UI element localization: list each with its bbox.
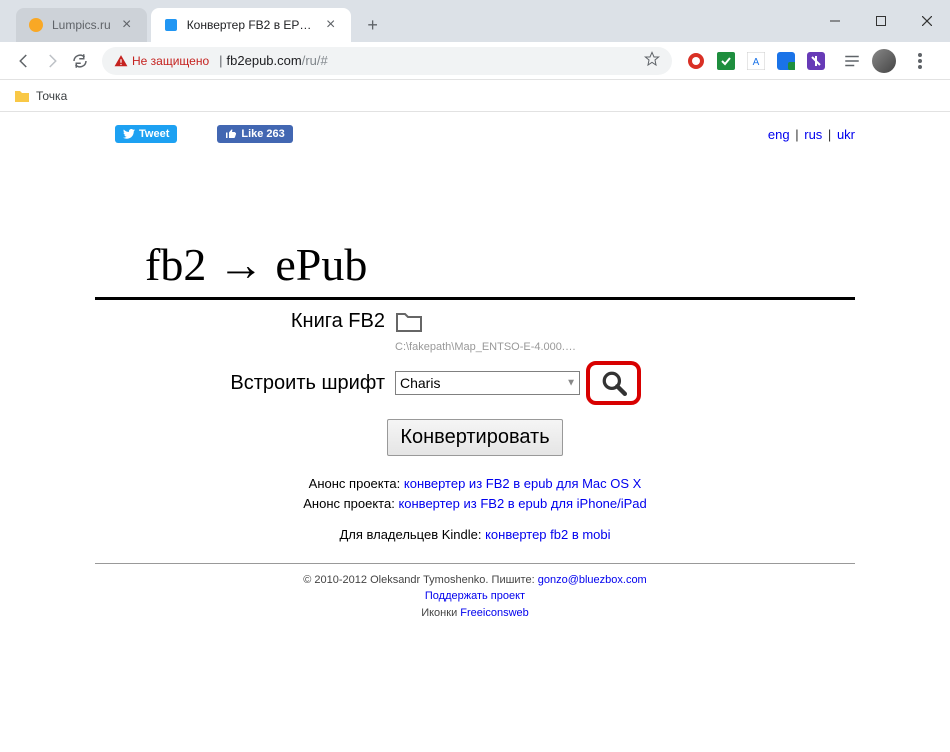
font-row: Встроить шрифт ▼: [95, 361, 855, 405]
extension-icon[interactable]: [716, 51, 736, 71]
warning-icon: [114, 54, 128, 68]
announce-link-kindle[interactable]: конвертер fb2 в mobi: [485, 527, 610, 542]
tab-title: Lumpics.ru: [52, 18, 111, 32]
twitter-icon: [123, 129, 135, 139]
page-title: fb2 → ePub: [145, 238, 855, 291]
profile-avatar[interactable]: [872, 49, 896, 73]
book-row: Книга FB2 C:\fakepath\Map_ENTSO-E-4.000.…: [95, 310, 855, 353]
new-tab-button[interactable]: +: [359, 11, 387, 39]
forward-button[interactable]: [38, 47, 66, 75]
bookmark-item[interactable]: Точка: [14, 89, 67, 103]
maximize-button[interactable]: [858, 6, 904, 36]
svg-text:A: A: [753, 57, 760, 68]
footer-email[interactable]: gonzo@bluezbox.com: [538, 574, 647, 586]
announce-link-mac[interactable]: конвертер из FB2 в epub для Mac OS X: [404, 476, 641, 491]
browser-titlebar: Lumpics.ru × Конвертер FB2 в EPUB × +: [0, 0, 950, 42]
magnifier-icon: [601, 370, 627, 396]
extension-icon[interactable]: A: [746, 51, 766, 71]
file-picker-icon[interactable]: [395, 319, 423, 336]
browser-menu-button[interactable]: [906, 47, 934, 75]
reload-button[interactable]: [66, 47, 94, 75]
footer-support-link[interactable]: Поддержать проект: [425, 590, 525, 602]
book-label: Книга FB2: [95, 310, 395, 333]
announce-link-ios[interactable]: конвертер из FB2 в epub для iPhone/iPad: [398, 496, 646, 511]
lang-rus[interactable]: rus: [804, 127, 822, 142]
folder-icon: [14, 89, 30, 103]
favicon-lumpics: [28, 17, 44, 33]
facebook-like-button[interactable]: Like 263: [217, 125, 292, 143]
extension-icons: A: [680, 47, 940, 75]
page-content: Tweet Like 263 eng | rus | ukr fb2 → ePu…: [0, 112, 950, 621]
footer-icons-link[interactable]: Freeiconsweb: [460, 607, 528, 619]
tab-title: Конвертер FB2 в EPUB: [187, 18, 315, 32]
tab-fb2epub[interactable]: Конвертер FB2 в EPUB ×: [151, 8, 351, 42]
convert-button[interactable]: Конвертировать: [387, 419, 562, 456]
minimize-button[interactable]: [812, 6, 858, 36]
bookmarks-bar: Точка: [0, 80, 950, 112]
address-bar[interactable]: Не защищено | fb2epub.com/ru/#: [102, 47, 672, 75]
footer-divider: [95, 563, 855, 564]
back-button[interactable]: [10, 47, 38, 75]
url-path: /ru/#: [302, 53, 328, 68]
announce-block: Анонс проекта: конвертер из FB2 в epub д…: [95, 474, 855, 545]
security-warning: Не защищено: [114, 54, 209, 68]
social-row: Tweet Like 263 eng | rus | ukr: [95, 120, 855, 148]
url-host: fb2epub.com: [227, 53, 302, 68]
bookmark-star-icon[interactable]: [644, 51, 660, 70]
reading-list-icon[interactable]: [842, 51, 862, 71]
title-divider: [95, 297, 855, 300]
browser-toolbar: Не защищено | fb2epub.com/ru/# A: [0, 42, 950, 80]
extension-icon[interactable]: [686, 51, 706, 71]
favicon-fb2epub: [163, 17, 179, 33]
font-select[interactable]: [395, 371, 580, 395]
extension-icon[interactable]: [776, 51, 796, 71]
close-icon[interactable]: ×: [119, 17, 135, 33]
close-icon[interactable]: ×: [323, 17, 339, 33]
footer: © 2010-2012 Oleksandr Tymoshenko. Пишите…: [95, 572, 855, 622]
file-path-text: C:\fakepath\Map_ENTSO-E-4.000.00...: [395, 341, 580, 353]
lang-ukr[interactable]: ukr: [837, 127, 855, 142]
window-controls: [812, 0, 950, 42]
close-window-button[interactable]: [904, 6, 950, 36]
tab-lumpics[interactable]: Lumpics.ru ×: [16, 8, 147, 42]
language-switcher: eng | rus | ukr: [768, 127, 855, 142]
font-label: Встроить шрифт: [95, 372, 395, 395]
thumbs-up-icon: [225, 128, 237, 140]
preview-font-button[interactable]: [586, 361, 641, 405]
lang-eng[interactable]: eng: [768, 127, 790, 142]
tweet-button[interactable]: Tweet: [115, 125, 177, 143]
extension-icon[interactable]: [806, 51, 826, 71]
